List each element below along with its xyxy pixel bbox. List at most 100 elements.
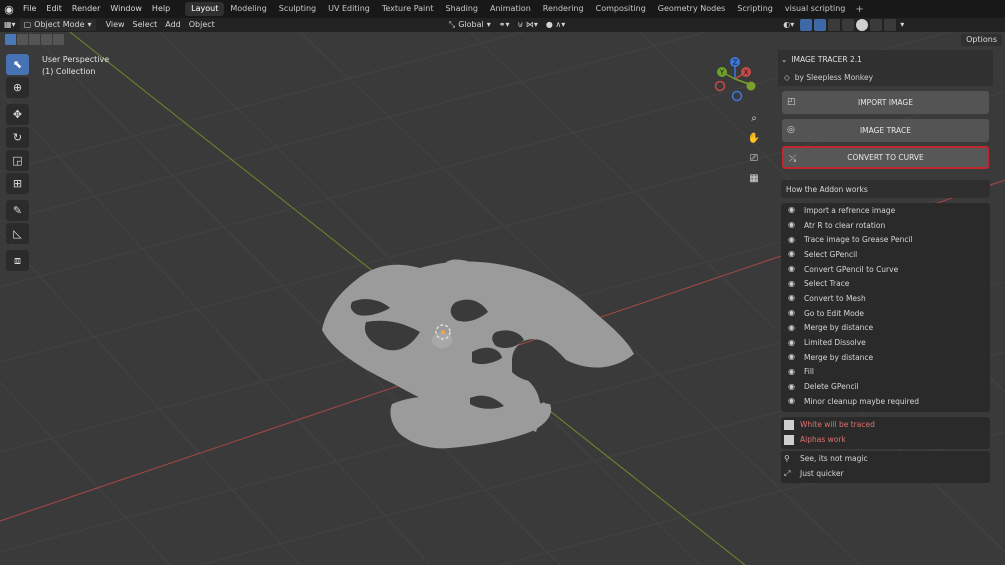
navigation-controls: ⌕ ✋ ⎚ ▦ [746, 110, 762, 190]
top-menubar: ◉ File Edit Render Window Help Layout Mo… [0, 0, 1005, 18]
selection-mode-group [5, 34, 64, 45]
menu-edit[interactable]: Edit [41, 0, 67, 18]
menu-object[interactable]: Object [185, 19, 219, 31]
tab-uv-editing[interactable]: UV Editing [322, 2, 376, 16]
import-image-label: IMPORT IMAGE [858, 98, 913, 107]
trace-icon: ◎ [787, 125, 795, 135]
list-item: ◉ Convert to Mesh [788, 293, 866, 303]
proportional-edit-toggle[interactable]: ● ∧▾ [542, 19, 569, 31]
fast-icon: ⤢ [784, 468, 791, 478]
add-workspace-button[interactable]: + [851, 4, 867, 15]
zoom-icon[interactable]: ⌕ [746, 110, 762, 126]
add-cube-tool-icon[interactable]: ⧈ [6, 250, 29, 271]
step-icon: ◉ [788, 396, 795, 406]
convert-to-curve-button[interactable]: ⤯ CONVERT TO CURVE [782, 146, 989, 169]
menu-view[interactable]: View [102, 19, 129, 31]
view-perspective-label: User Perspective [42, 55, 110, 64]
material-shading-icon[interactable] [870, 19, 883, 31]
tab-layout[interactable]: Layout [185, 2, 225, 16]
ortho-grid-icon[interactable]: ▦ [746, 170, 762, 186]
snap-toggle[interactable]: ⊍ ⋈▾ [513, 19, 541, 31]
transform-tool-icon[interactable]: ⊞ [6, 173, 29, 194]
collection-label: (1) Collection [42, 67, 96, 76]
tab-animation[interactable]: Animation [484, 2, 537, 16]
navigation-gizmo[interactable]: Z Y X [712, 56, 758, 102]
list-item: ◉ Trace image to Grease Pencil [788, 234, 913, 245]
chevron-down-icon: ▾ [486, 20, 491, 29]
object-mode-icon: ▢ [23, 20, 32, 29]
list-item: White will be traced [781, 417, 990, 432]
tab-visual-scripting[interactable]: visual scripting [779, 2, 852, 16]
step-icon: ◉ [788, 205, 795, 215]
select-box-tool-icon[interactable]: ⬉ [6, 54, 29, 75]
options-button[interactable]: Options [961, 34, 1002, 46]
select-invert-icon[interactable] [41, 34, 52, 45]
chevron-down-icon: ▾ [87, 20, 92, 29]
list-item: ◉ Select GPencil [788, 249, 858, 259]
menu-render[interactable]: Render [67, 0, 105, 18]
image-tracer-panel: ⌄ IMAGE TRACER 2.1 ◇ by Sleepless Monkey… [778, 50, 993, 485]
how-it-works-title: How the Addon works [786, 184, 868, 194]
rotate-tool-icon[interactable]: ↻ [6, 127, 29, 148]
xray-toggle-icon[interactable] [828, 19, 841, 31]
menu-help[interactable]: Help [147, 0, 175, 18]
how-it-works-header: How the Addon works [781, 180, 990, 198]
tab-modeling[interactable]: Modeling [224, 2, 272, 16]
import-image-button[interactable]: ◰ IMPORT IMAGE [782, 91, 989, 114]
pan-hand-icon[interactable]: ✋ [746, 130, 762, 146]
blender-logo-icon[interactable]: ◉ [0, 0, 18, 18]
magic-icon: ⚲ [784, 453, 790, 463]
overlay-toggle-icon[interactable] [814, 19, 827, 31]
step-icon: ◉ [788, 293, 795, 303]
list-item: ◉ Atr R to clear rotation [788, 220, 886, 230]
panel-header[interactable]: ⌄ IMAGE TRACER 2.1 [778, 50, 993, 68]
solid-shading-icon[interactable] [856, 19, 869, 31]
menu-window[interactable]: Window [105, 0, 147, 18]
select-extend-icon[interactable] [17, 34, 28, 45]
alpha-swatch-icon [784, 434, 794, 445]
tab-rendering[interactable]: Rendering [537, 2, 590, 16]
tab-sculpting[interactable]: Sculpting [273, 2, 322, 16]
viewport-info: User Perspective (1) Collection [42, 54, 109, 78]
tab-texture-paint[interactable]: Texture Paint [376, 2, 440, 16]
list-item: ◉ Select Trace [788, 278, 850, 289]
select-intersect-icon[interactable] [53, 34, 64, 45]
step-icon: ◉ [788, 234, 795, 244]
pivot-dropdown[interactable]: ⚭▾ [495, 19, 514, 31]
step-icon: ◉ [788, 352, 795, 362]
leaf-icon: ◇ [784, 72, 790, 82]
annotate-tool-icon[interactable]: ✎ [6, 200, 29, 221]
panel-title: IMAGE TRACER 2.1 [791, 54, 862, 64]
mode-dropdown[interactable]: ▢ Object Mode ▾ [19, 19, 96, 31]
tab-compositing[interactable]: Compositing [590, 2, 652, 16]
menu-file[interactable]: File [18, 0, 41, 18]
shading-dropdown[interactable]: ▾ [896, 19, 908, 31]
image-trace-button[interactable]: ◎ IMAGE TRACE [782, 119, 989, 142]
tool-shelf: ⬉ ⊕ ✥ ↻ ◲ ⊞ ✎ ◺ ⧈ [6, 54, 29, 273]
select-subtract-icon[interactable] [29, 34, 40, 45]
cursor-tool-icon[interactable]: ⊕ [6, 77, 29, 98]
camera-view-icon[interactable]: ⎚ [746, 150, 762, 166]
editor-type-button[interactable]: ▦▾ [0, 19, 20, 31]
scale-tool-icon[interactable]: ◲ [6, 150, 29, 171]
step-icon: ◉ [788, 322, 795, 332]
menu-add[interactable]: Add [161, 19, 185, 31]
visibility-dropdown[interactable]: ◐▾ [779, 19, 798, 31]
select-new-icon[interactable] [5, 34, 16, 45]
list-item: ◉ Delete GPencil [788, 381, 859, 392]
author-label: by Sleepless Monkey [794, 72, 874, 82]
step-icon: ◉ [788, 308, 795, 318]
list-item: ◉ Limited Dissolve [788, 337, 866, 348]
wireframe-shading-icon[interactable] [842, 19, 855, 31]
tab-geometry-nodes[interactable]: Geometry Nodes [652, 2, 731, 16]
transform-orientation-icon: ⤡ [448, 20, 456, 29]
move-tool-icon[interactable]: ✥ [6, 104, 29, 125]
gizmo-toggle-icon[interactable] [800, 19, 813, 31]
rendered-shading-icon[interactable] [884, 19, 897, 31]
tab-scripting[interactable]: Scripting [731, 2, 779, 16]
orientation-dropdown[interactable]: ⤡ Global ▾ [445, 19, 495, 31]
tab-shading[interactable]: Shading [439, 2, 484, 16]
menu-select[interactable]: Select [129, 19, 162, 31]
measure-tool-icon[interactable]: ◺ [6, 223, 29, 244]
list-item: ◉ Import a refrence image [788, 205, 896, 215]
